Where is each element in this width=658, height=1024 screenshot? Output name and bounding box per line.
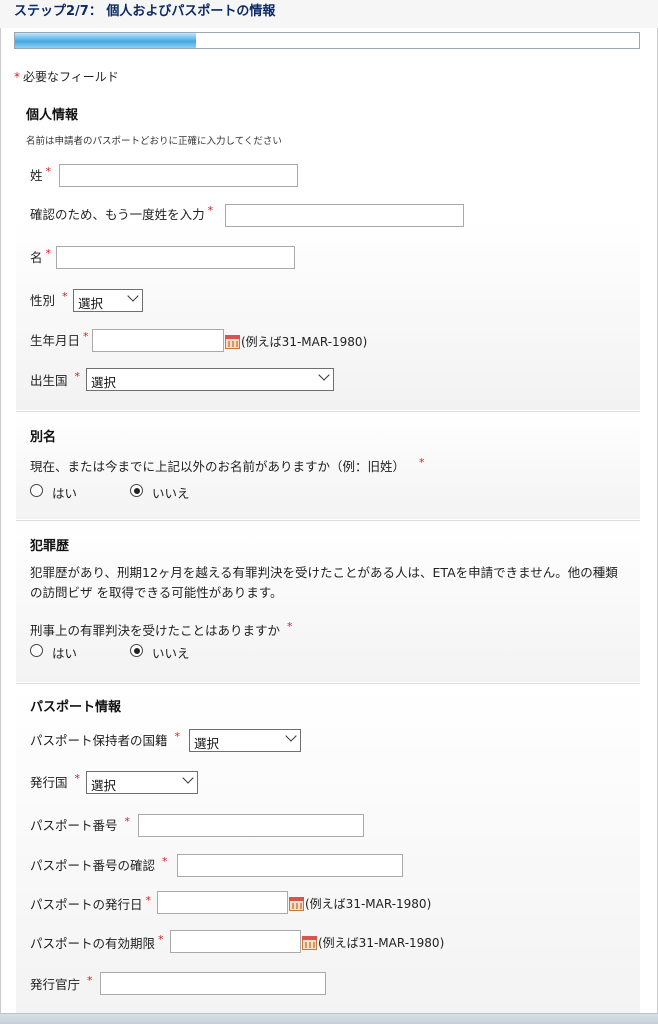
dob-hint: (例えば31-MAR-1980) bbox=[241, 335, 368, 349]
authority-input[interactable] bbox=[100, 972, 326, 995]
progress-fill bbox=[15, 33, 196, 48]
birth-country-label: 出生国 * bbox=[30, 369, 81, 388]
expiry-label: パスポートの有効期限 * bbox=[30, 932, 164, 951]
expiry-hint: (例えば31-MAR-1980) bbox=[318, 936, 445, 950]
page-title: ステップ2/7： 個人およびパスポートの情報 bbox=[14, 4, 276, 19]
alias-section: 別名 現在、または今までに上記以外のお名前がありますか（例：旧姓） * はい いい… bbox=[16, 411, 640, 519]
passport-number-confirm-input[interactable] bbox=[177, 854, 403, 877]
calendar-icon[interactable] bbox=[302, 936, 317, 950]
issue-date-hint: (例えば31-MAR-1980) bbox=[305, 897, 432, 911]
alias-heading: 別名 bbox=[30, 430, 57, 445]
given-name-label: 名 * bbox=[30, 246, 52, 265]
issuing-country-select[interactable]: 選択 bbox=[86, 771, 198, 794]
passport-number-confirm-label: パスポート番号の確認 * bbox=[30, 854, 168, 873]
required-note-text: 必要なフィールド bbox=[23, 70, 119, 84]
criminal-no-radio[interactable] bbox=[130, 644, 143, 657]
chevron-down-icon bbox=[182, 772, 194, 784]
nationality-label: パスポート保持者の国籍 * bbox=[30, 729, 181, 748]
criminal-yes-label[interactable]: はい bbox=[52, 643, 77, 662]
issuing-country-label: 発行国 * bbox=[30, 771, 81, 790]
criminal-info: 犯罪歴があり、刑期12ヶ月を越える有罪判決を受けたことがある人は、ETAを申請で… bbox=[30, 565, 618, 600]
required-star: * bbox=[14, 70, 20, 84]
personal-info-note: 名前は申請者のパスポートどおりに正確に入力してください bbox=[26, 136, 282, 147]
issue-date-label: パスポートの発行日 * bbox=[30, 893, 152, 912]
criminal-section: 犯罪歴 犯罪歴があり、刑期12ヶ月を越える有罪判決を受けたことがある人は、ETA… bbox=[16, 520, 640, 682]
page-header: ステップ2/7： 個人およびパスポートの情報 bbox=[0, 0, 658, 28]
nationality-select[interactable]: 選択 bbox=[189, 729, 301, 752]
authority-label: 発行官庁 * bbox=[30, 973, 93, 992]
surname-label: 姓 * bbox=[30, 164, 52, 183]
chevron-down-icon bbox=[127, 290, 139, 302]
personal-info-heading: 個人情報 bbox=[26, 108, 79, 123]
passport-section: パスポート情報 パスポート保持者の国籍 * 選択 発行国 * 選択 パスポート番号 *… bbox=[16, 683, 640, 1013]
criminal-heading: 犯罪歴 bbox=[30, 539, 70, 554]
surname-confirm-input[interactable] bbox=[225, 204, 464, 227]
criminal-yes-radio[interactable] bbox=[30, 644, 43, 657]
birth-country-select[interactable]: 選択 bbox=[86, 368, 334, 391]
alias-no-radio[interactable] bbox=[130, 484, 143, 497]
surname-input[interactable] bbox=[59, 164, 298, 187]
required-fields-note: * 必要なフィールド bbox=[14, 68, 119, 85]
alias-yes-radio[interactable] bbox=[30, 484, 43, 497]
alias-yes-label[interactable]: はい bbox=[52, 483, 77, 502]
calendar-icon[interactable] bbox=[289, 897, 304, 911]
alias-question: 現在、または今までに上記以外のお名前がありますか（例：旧姓） * bbox=[30, 455, 425, 474]
expiry-input[interactable] bbox=[170, 930, 301, 953]
alias-no-label[interactable]: いいえ bbox=[152, 483, 190, 502]
window-bottom-edge bbox=[0, 1013, 658, 1024]
criminal-question: 刑事上の有罪判決を受けたことはありますか * bbox=[30, 619, 293, 638]
issue-date-input[interactable] bbox=[157, 891, 288, 914]
given-name-input[interactable] bbox=[56, 246, 295, 269]
passport-heading: パスポート情報 bbox=[30, 700, 122, 715]
chevron-down-icon bbox=[318, 369, 330, 381]
passport-number-input[interactable] bbox=[138, 814, 364, 837]
chevron-down-icon bbox=[285, 730, 297, 742]
dob-label: 生年月日 * bbox=[30, 329, 89, 348]
surname-confirm-label: 確認のため、もう一度姓を入力 * bbox=[30, 203, 214, 222]
progress-bar bbox=[14, 32, 640, 49]
gender-label: 性別 * bbox=[30, 289, 68, 308]
personal-info-section: 個人情報 名前は申請者のパスポートどおりに正確に入力してください 姓 * 確認のた… bbox=[16, 90, 640, 410]
calendar-icon[interactable] bbox=[225, 335, 240, 349]
dob-input[interactable] bbox=[92, 329, 224, 352]
passport-number-label: パスポート番号 * bbox=[30, 814, 131, 833]
gender-select[interactable]: 選択 bbox=[73, 289, 143, 312]
criminal-no-label[interactable]: いいえ bbox=[152, 643, 190, 662]
